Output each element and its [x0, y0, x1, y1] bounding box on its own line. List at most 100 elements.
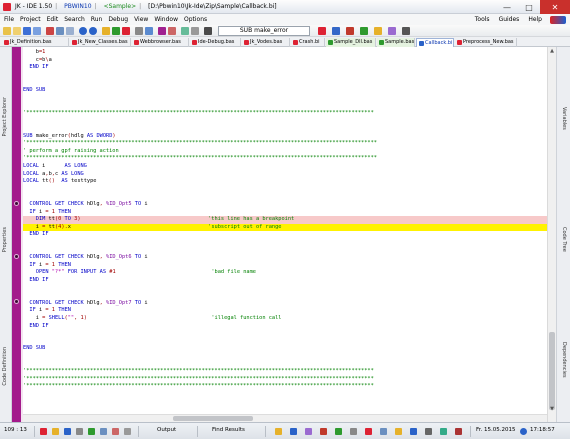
bug-icon[interactable] [346, 27, 354, 35]
code-line[interactable]: END IF [23, 231, 547, 239]
replace-icon[interactable] [145, 27, 153, 35]
menu-search[interactable]: Search [64, 16, 85, 23]
code-line[interactable]: LOCAL a,b,c AS LONG [23, 171, 547, 179]
find-icon[interactable] [135, 27, 143, 35]
app-icon[interactable] [3, 2, 11, 11]
tab-webbrowser[interactable]: Webbrowser.bas [132, 38, 189, 47]
code-line[interactable] [23, 285, 547, 293]
tab-jk-definition[interactable]: Jk_Definition.bas [2, 38, 69, 47]
help-icon[interactable] [332, 27, 340, 35]
paste-icon[interactable] [66, 27, 74, 35]
scroll-thumb[interactable] [549, 332, 555, 410]
search-icon[interactable] [305, 428, 312, 435]
minimize-icon[interactable]: — [496, 0, 518, 14]
panel-project-explorer[interactable]: Project Explorer [2, 97, 8, 137]
code-line[interactable]: '***************************************… [23, 383, 547, 391]
code-line[interactable] [23, 79, 547, 87]
panel-code-tree[interactable]: Code Tree [561, 227, 567, 252]
lock-icon[interactable] [76, 428, 83, 435]
tools-icon[interactable] [402, 27, 410, 35]
code-line[interactable]: OPEN "?*" FOR INPUT AS #1 'bad file name [23, 269, 547, 277]
compile-icon[interactable] [102, 27, 110, 35]
editor-gutter[interactable] [12, 47, 21, 422]
code-line[interactable]: CONTROL GET CHECK hDlg, %ID_Opt7 TO i [23, 300, 547, 308]
code-line[interactable]: '***************************************… [23, 155, 547, 163]
code-line[interactable] [23, 353, 547, 361]
wrap-icon[interactable] [124, 428, 131, 435]
maximize-icon[interactable]: □ [518, 0, 540, 14]
code-line[interactable]: ' perform a gpf raising action [23, 148, 547, 156]
code-line[interactable] [23, 193, 547, 201]
code-line[interactable] [23, 361, 547, 369]
open-folder-icon[interactable] [13, 27, 21, 35]
redo-icon[interactable] [89, 27, 97, 35]
code-line[interactable]: i = SHELL("", 1) 'illegal function call [23, 315, 547, 323]
code-line[interactable] [23, 125, 547, 133]
breakpoint-line[interactable]: DIM tt(0 TO 3) 'this line has a breakpoi… [23, 216, 547, 224]
code-line[interactable]: END SUB [23, 345, 547, 353]
menu-debug[interactable]: Debug [108, 16, 128, 23]
menu-tools[interactable]: Tools [475, 16, 490, 23]
refresh-icon[interactable] [440, 428, 447, 435]
current-line[interactable]: i = tt(4).x 'subscript out of range [23, 223, 547, 232]
toggle-breakpoint-icon[interactable] [168, 27, 176, 35]
menu-run[interactable]: Run [91, 16, 103, 23]
find-results-button[interactable]: Find Results [212, 427, 245, 433]
code-line[interactable] [23, 186, 547, 194]
save-all-icon[interactable] [33, 27, 41, 35]
tab-ide-debug[interactable]: Ide-Debug.bas [190, 38, 241, 47]
settings-icon[interactable] [191, 27, 199, 35]
home-icon[interactable] [290, 428, 297, 435]
terminal-icon[interactable] [425, 428, 432, 435]
menu-help[interactable]: Help [528, 16, 542, 23]
code-line[interactable]: CONTROL GET CHECK hDlg, %ID_Opt5 TO i [23, 201, 547, 209]
save-icon[interactable] [23, 27, 31, 35]
code-line[interactable] [23, 117, 547, 125]
code-line[interactable]: SUB make_error(hdlg AS DWORD) [23, 133, 547, 141]
info-icon[interactable] [64, 428, 71, 435]
snippet-icon[interactable] [388, 27, 396, 35]
tab-sample-dll[interactable]: Sample_Dll.bas [326, 38, 376, 47]
undo-icon[interactable] [79, 27, 87, 35]
menu-view[interactable]: View [134, 16, 148, 23]
menu-file[interactable]: File [4, 16, 14, 23]
warning-icon[interactable] [52, 428, 59, 435]
code-line[interactable] [23, 292, 547, 300]
format-icon[interactable] [181, 27, 189, 35]
procedure-combo[interactable]: SUB make_error [218, 26, 310, 36]
code-line[interactable]: END IF [23, 323, 547, 331]
breakpoint-marker-icon[interactable] [14, 254, 19, 259]
error-icon[interactable] [40, 428, 47, 435]
code-line[interactable] [23, 72, 547, 80]
output-button[interactable]: Output [157, 427, 176, 433]
check-icon[interactable] [335, 428, 342, 435]
code-line[interactable]: LOCAL tt() AS testtype [23, 178, 547, 186]
new-file-icon[interactable] [3, 27, 11, 35]
calculator-icon[interactable] [350, 428, 357, 435]
tab-jk-new-classes[interactable]: Jk_New_Classes.bas [70, 38, 131, 47]
code-line[interactable]: END IF [23, 277, 547, 285]
cut-icon[interactable] [46, 27, 54, 35]
code-line[interactable]: '***************************************… [23, 110, 547, 118]
code-line[interactable]: c=b\a [23, 57, 547, 65]
flag-icon[interactable] [318, 27, 326, 35]
panel-dependencies[interactable]: Dependencies [561, 342, 567, 378]
code-line[interactable]: '***************************************… [23, 140, 547, 148]
menu-guides[interactable]: Guides [499, 16, 520, 23]
insert-mode-icon[interactable] [88, 428, 95, 435]
bookmark-icon[interactable] [158, 27, 166, 35]
horizontal-scrollbar[interactable] [23, 414, 547, 422]
code-line[interactable]: IF i = 1 THEN [23, 209, 547, 217]
tab-sample[interactable]: Sample.bas [377, 38, 415, 47]
code-line[interactable] [23, 330, 547, 338]
step-icon[interactable] [360, 27, 368, 35]
breakpoint-marker-icon[interactable] [14, 299, 19, 304]
code-line[interactable]: '***************************************… [23, 368, 547, 376]
code-editor[interactable]: b=1 c=b\a END IF END SUB '****************… [23, 47, 547, 422]
code-line[interactable] [23, 95, 547, 103]
panel-variables[interactable]: Variables [561, 107, 567, 130]
clipboard-icon[interactable] [275, 428, 282, 435]
chevron-down-icon[interactable] [204, 27, 212, 35]
tab-crash[interactable]: Crash.bi [291, 38, 325, 47]
code-line[interactable]: END IF [23, 64, 547, 72]
